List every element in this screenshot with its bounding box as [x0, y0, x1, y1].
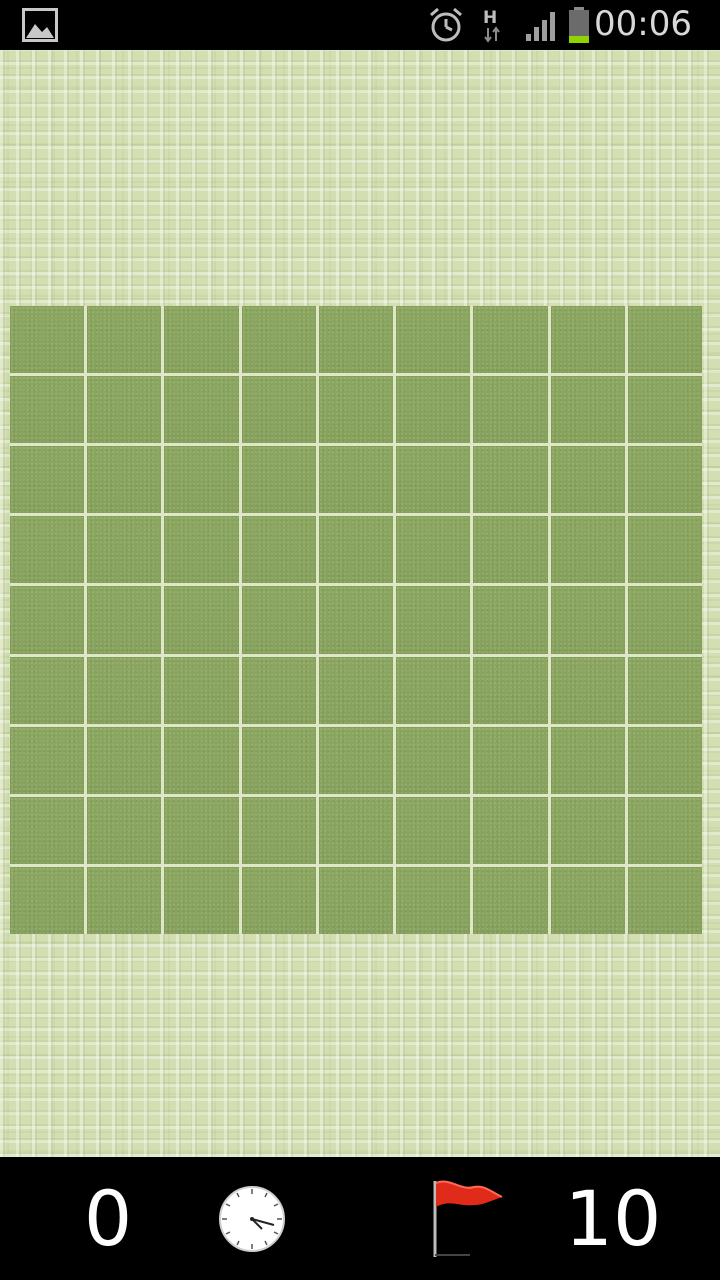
board-cell[interactable]	[396, 306, 471, 374]
board-cell[interactable]	[241, 656, 316, 724]
board-cell[interactable]	[627, 306, 702, 374]
board-cell[interactable]	[87, 376, 162, 444]
board-cell[interactable]	[627, 656, 702, 724]
board-cell[interactable]	[550, 306, 625, 374]
board-cell[interactable]	[164, 306, 239, 374]
board-cell[interactable]	[473, 306, 548, 374]
board-cell[interactable]	[241, 586, 316, 654]
status-bar: H 00:06	[0, 0, 720, 50]
board-cell[interactable]	[550, 516, 625, 584]
board-cell[interactable]	[87, 446, 162, 514]
board-cell[interactable]	[10, 726, 85, 794]
board-cell[interactable]	[87, 586, 162, 654]
hspa-data-icon: H	[480, 6, 504, 48]
board-cell[interactable]	[473, 796, 548, 864]
board-cell[interactable]	[627, 726, 702, 794]
board-cell[interactable]	[627, 376, 702, 444]
board-cell[interactable]	[87, 726, 162, 794]
board-cell[interactable]	[10, 656, 85, 724]
board-cell[interactable]	[396, 656, 471, 724]
flag-icon	[430, 1179, 508, 1259]
board-cell[interactable]	[627, 586, 702, 654]
board-cell[interactable]	[10, 866, 85, 934]
board-cell[interactable]	[318, 726, 394, 794]
board-cell[interactable]	[10, 586, 85, 654]
board-cell[interactable]	[318, 796, 394, 864]
board-cell[interactable]	[396, 376, 471, 444]
board-cell[interactable]	[473, 516, 548, 584]
board-cell[interactable]	[241, 306, 316, 374]
board-cell[interactable]	[396, 796, 471, 864]
board-cell[interactable]	[473, 586, 548, 654]
board-cell[interactable]	[164, 516, 239, 584]
svg-text:H: H	[483, 8, 497, 28]
board-cell[interactable]	[164, 796, 239, 864]
bottom-bar: 0 10	[0, 1157, 720, 1280]
board-cell[interactable]	[318, 656, 394, 724]
clock-icon	[218, 1185, 286, 1253]
battery-icon	[566, 6, 592, 48]
board-cell[interactable]	[87, 796, 162, 864]
board-cell[interactable]	[473, 446, 548, 514]
board-cell[interactable]	[164, 656, 239, 724]
board-cell[interactable]	[318, 516, 394, 584]
board-cell[interactable]	[550, 586, 625, 654]
board-cell[interactable]	[318, 866, 394, 934]
board-cell[interactable]	[87, 306, 162, 374]
board-cell[interactable]	[241, 446, 316, 514]
board-cell[interactable]	[164, 726, 239, 794]
board-cell[interactable]	[10, 796, 85, 864]
board-cell[interactable]	[87, 866, 162, 934]
board-cell[interactable]	[241, 516, 316, 584]
board-cell[interactable]	[550, 796, 625, 864]
minefield-board	[10, 306, 702, 934]
board-cell[interactable]	[396, 446, 471, 514]
board-cell[interactable]	[164, 376, 239, 444]
board-cell[interactable]	[10, 306, 85, 374]
board-cell[interactable]	[473, 726, 548, 794]
board-cell[interactable]	[550, 656, 625, 724]
signal-icon	[524, 8, 560, 46]
image-icon	[22, 8, 58, 42]
board-cell[interactable]	[473, 866, 548, 934]
board-cell[interactable]	[318, 586, 394, 654]
board-cell[interactable]	[396, 516, 471, 584]
board-cell[interactable]	[164, 866, 239, 934]
board-cell[interactable]	[627, 866, 702, 934]
board-cell[interactable]	[627, 796, 702, 864]
board-cell[interactable]	[396, 586, 471, 654]
board-cell[interactable]	[396, 866, 471, 934]
board-cell[interactable]	[10, 376, 85, 444]
board-cell[interactable]	[10, 446, 85, 514]
board-cell[interactable]	[550, 726, 625, 794]
board-cell[interactable]	[473, 656, 548, 724]
board-cell[interactable]	[550, 866, 625, 934]
board-cell[interactable]	[318, 306, 394, 374]
board-cell[interactable]	[87, 656, 162, 724]
board-cell[interactable]	[550, 376, 625, 444]
alarm-icon	[428, 6, 464, 48]
board-cell[interactable]	[241, 796, 316, 864]
board-cell[interactable]	[87, 516, 162, 584]
board-cell[interactable]	[318, 446, 394, 514]
status-time: 00:06	[594, 4, 692, 44]
mines-remaining-counter: 10	[564, 1174, 662, 1263]
board-cell[interactable]	[164, 586, 239, 654]
board-cell[interactable]	[241, 726, 316, 794]
board-cell[interactable]	[473, 376, 548, 444]
board-cell[interactable]	[627, 516, 702, 584]
board-cell[interactable]	[10, 516, 85, 584]
board-cell[interactable]	[550, 446, 625, 514]
board-cell[interactable]	[164, 446, 239, 514]
board-cell[interactable]	[318, 376, 394, 444]
elapsed-time-counter: 0	[83, 1174, 133, 1263]
board-cell[interactable]	[627, 446, 702, 514]
board-cell[interactable]	[396, 726, 471, 794]
board-cell[interactable]	[241, 376, 316, 444]
board-cell[interactable]	[241, 866, 316, 934]
